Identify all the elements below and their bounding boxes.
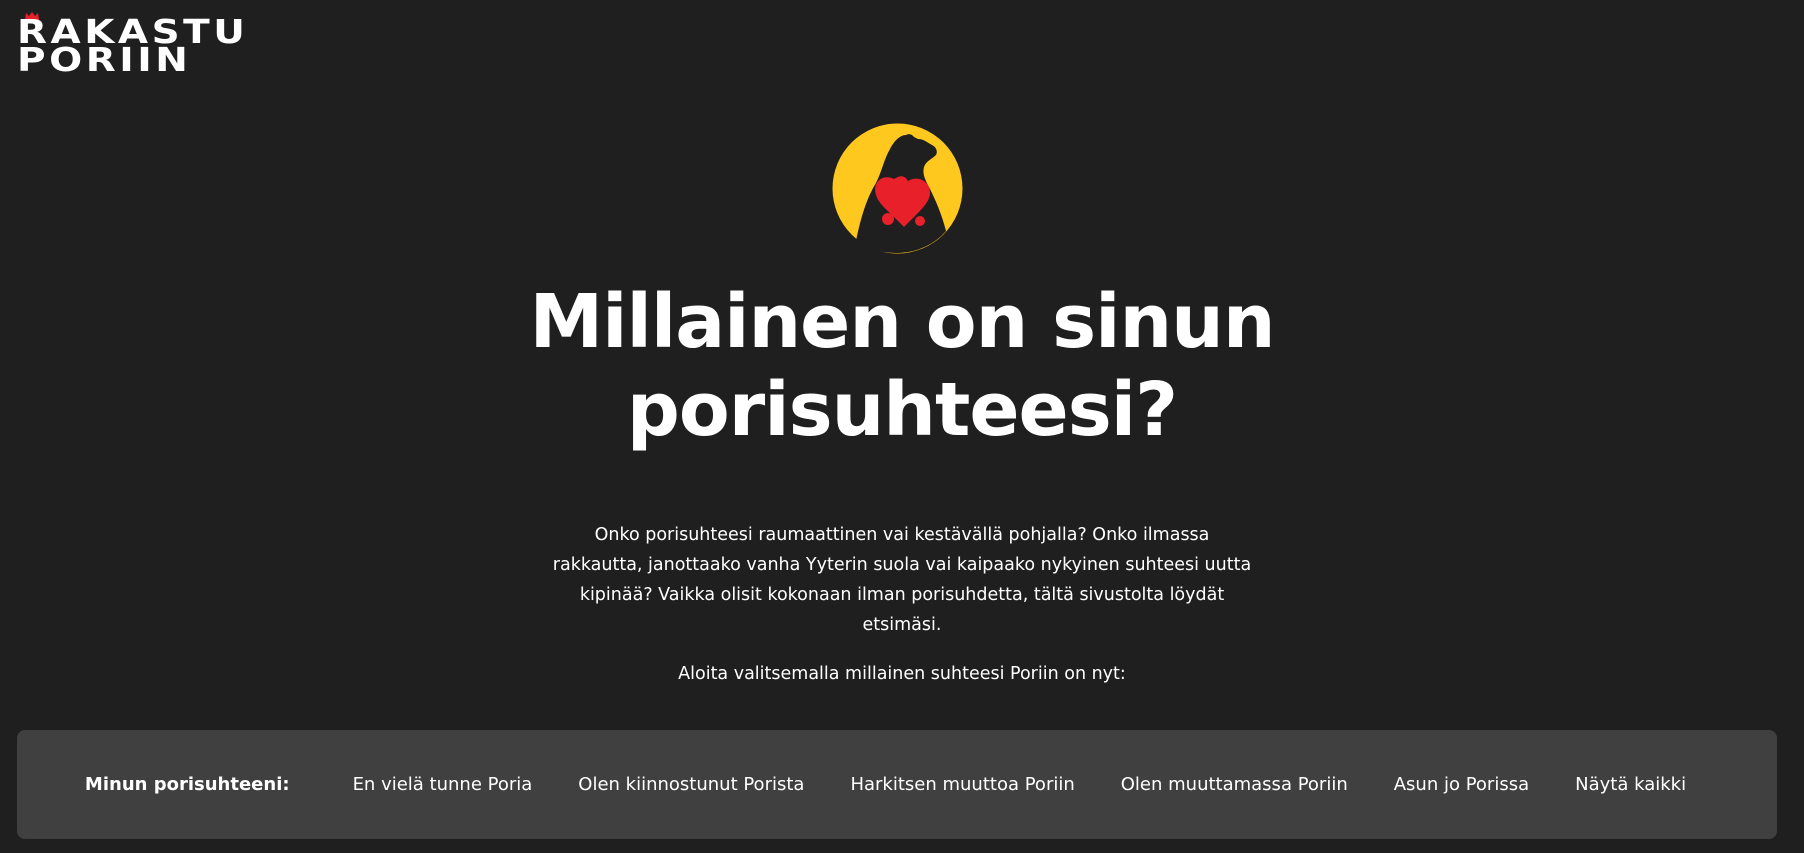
filter-label: Minun porisuhteeni: — [84, 774, 290, 795]
intro-text: Onko porisuhteesi raumaattinen vai kestä… — [540, 520, 1264, 640]
filter-option-considering-move[interactable]: Harkitsen muuttoa Poriin — [850, 774, 1074, 795]
page-title: Millainen on sinun porisuhteesi? — [402, 278, 1402, 454]
page-title-line1: Millainen on sinun — [529, 279, 1275, 365]
intro-line3: kipinää? Vaikka olisit kokonaan ilman po… — [579, 585, 1225, 605]
intro-line1: Onko porisuhteesi raumaattinen vai kestä… — [594, 525, 1210, 545]
filter-option-interested[interactable]: Olen kiinnostunut Porista — [578, 774, 804, 795]
intro-line4: etsimäsi. — [862, 615, 942, 635]
page: RAKASTU PORIIN Millainen on sinun porisu… — [0, 0, 1804, 853]
filter-option-show-all[interactable]: Näytä kaikki — [1575, 774, 1686, 795]
page-title-line2: porisuhteesi? — [626, 367, 1178, 453]
site-logo[interactable]: RAKASTU PORIIN — [17, 12, 277, 76]
selection-prompt: Aloita valitsemalla millainen suhteesi P… — [678, 664, 1126, 684]
intro-line2: rakkautta, janottaako vanha Yyterin suol… — [552, 555, 1252, 575]
relationship-filter-bar: Minun porisuhteeni: En vielä tunne Poria… — [17, 730, 1777, 839]
filter-option-living-in-pori[interactable]: Asun jo Porissa — [1394, 774, 1529, 795]
filter-option-moving[interactable]: Olen muuttamassa Poriin — [1121, 774, 1348, 795]
logo-text-line2: PORIIN — [17, 40, 192, 79]
filter-option-dont-know-pori[interactable]: En vielä tunne Poria — [353, 774, 533, 795]
bear-with-heart-icon — [832, 123, 963, 254]
